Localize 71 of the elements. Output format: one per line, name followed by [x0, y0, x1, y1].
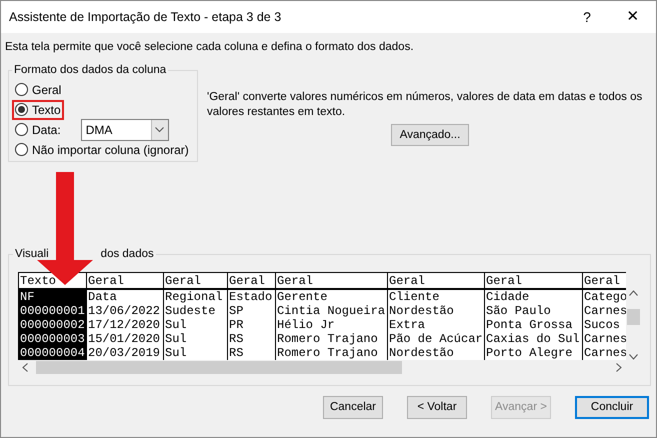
description-text: 'Geral' converte valores numéricos em números, valores de data em datas e todos os valores restantes em texto. — [207, 90, 644, 120]
preview-column[interactable]: NF 000000001 000000002 000000003 000000004 — [19, 290, 86, 360]
column-header[interactable]: Geral — [87, 274, 124, 288]
table-cell-text: RS — [228, 346, 244, 360]
table-cell: Carnes — [583, 346, 626, 360]
group-legend: Formato dos dados da coluna — [12, 62, 168, 80]
table-cell: 000000002 — [19, 318, 86, 332]
group-legend: Visuali — [15, 246, 49, 264]
dialog-button[interactable]: Concluir — [575, 396, 649, 420]
table-cell-text: Ponta Grossa — [485, 318, 574, 332]
table-cell-text: Cintia Nogueira — [276, 304, 386, 318]
table-cell-text: Nordestão — [388, 304, 455, 318]
radio-label: Data: — [32, 122, 61, 138]
instruction-text: Esta tela permite que você selecione cada coluna e defina o formato dos dados. — [4, 40, 415, 55]
preview-column[interactable]: Gerente Cintia Nogueira Hélio Jr Romero Trajano Romero Trajano — [276, 290, 387, 360]
table-cell: Carnes — [583, 332, 626, 346]
table-cell-text: Data — [87, 290, 118, 304]
table-cell-text: Romero Trajano — [276, 332, 379, 346]
table-cell-text: Gerente — [276, 290, 328, 304]
close-button[interactable]: ✕ — [610, 1, 656, 33]
table-cell-text: Hélio Jr — [276, 318, 336, 332]
column-header[interactable]: Geral — [388, 274, 426, 288]
table-cell-text: Sucos — [583, 318, 622, 332]
radio-label: Não importar coluna (ignorar) — [32, 142, 189, 158]
table-cell-text: RS — [228, 332, 244, 346]
table-cell-text: Extra — [388, 318, 426, 332]
table-cell-text: Sul — [164, 346, 188, 360]
column-header[interactable]: Geral — [276, 274, 314, 288]
preview-column[interactable]: Data 13/06/2022 17/12/2020 15/01/2020 20/03/2019 — [87, 290, 163, 360]
table-cell-text: Cidade — [485, 290, 530, 304]
date-format-select[interactable]: DMA — [80, 118, 169, 140]
table-cell-text: Regional — [164, 290, 224, 304]
group-legend: dos dados — [100, 246, 154, 264]
advanced-button[interactable]: Avançado... — [391, 124, 469, 146]
column-header[interactable]: Geral — [228, 274, 266, 288]
window-title: Assistente de Importação de Texto - etapa 3 de 3 — [9, 8, 282, 26]
table-cell-text: Porto Alegre — [485, 346, 574, 360]
preview-column[interactable]: Estado SP PR RS RS — [228, 290, 275, 360]
table-cell-text: NF — [19, 290, 36, 304]
column-header[interactable]: Geral — [583, 274, 620, 288]
table-cell-text: 17/12/2020 — [87, 318, 162, 332]
dialog-button[interactable]: < Voltar — [407, 396, 467, 420]
table-cell-text: Estado — [228, 290, 274, 304]
radio-label: Texto — [32, 102, 61, 118]
table-cell: 000000003 — [19, 332, 86, 346]
table-cell-text: São Paulo — [485, 304, 552, 318]
table-cell-text: Nordestão — [388, 346, 455, 360]
table-cell-text: SP — [228, 304, 244, 318]
table-cell-text: Sul — [164, 332, 188, 346]
table-cell-text: Cliente — [388, 290, 440, 304]
radio-label: Geral — [32, 82, 62, 98]
table-cell: Pão de Acúcar — [388, 332, 484, 346]
table-cell-text: PR — [228, 318, 244, 332]
preview-column[interactable]: Cliente Nordestão Extra Pão de Acúcar Nordestão — [388, 290, 484, 360]
table-cell: Carnes — [583, 304, 626, 318]
table-cell-text: 15/01/2020 — [87, 332, 162, 346]
preview-column[interactable]: Cidade São Paulo Ponta Grossa Caxias do Sul Porto Alegre — [485, 290, 582, 360]
table-cell-text: Sul — [164, 318, 188, 332]
table-cell-text: Romero Trajano — [276, 346, 379, 360]
dialog-button[interactable]: Cancelar — [323, 396, 383, 420]
preview-column[interactable]: Regional Sudeste Sul Sul Sul — [164, 290, 227, 360]
table-cell-text: 13/06/2022 — [87, 304, 162, 318]
table-cell: 000000001 — [19, 304, 86, 318]
column-header[interactable]: Texto — [19, 274, 56, 288]
column-header[interactable]: Geral — [485, 274, 522, 288]
help-button[interactable]: ? — [564, 1, 610, 33]
table-cell-text: Caxias do Sul — [485, 332, 581, 346]
table-cell: 000000004 — [19, 346, 86, 360]
table-cell-text: Sudeste — [164, 304, 216, 318]
column-header[interactable]: Geral — [164, 274, 202, 288]
table-cell-text: 20/03/2019 — [87, 346, 162, 360]
